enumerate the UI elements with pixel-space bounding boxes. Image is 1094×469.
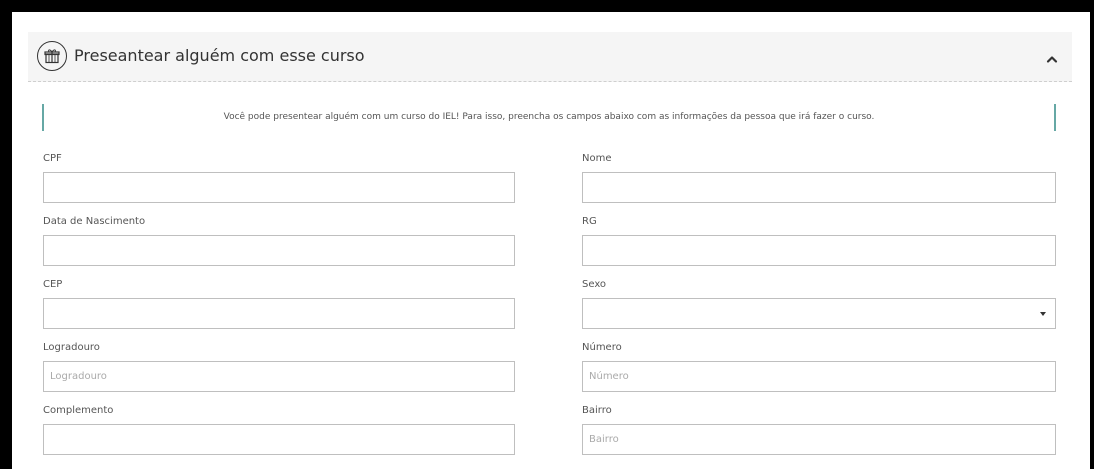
sexo-label: Sexo bbox=[582, 279, 607, 290]
panel-title: Preseantear alguém com esse curso bbox=[74, 46, 365, 65]
nome-field[interactable] bbox=[582, 172, 1056, 203]
complemento-field[interactable] bbox=[43, 424, 515, 455]
window-frame-top bbox=[0, 0, 1094, 12]
data-nascimento-field[interactable] bbox=[43, 235, 515, 266]
sexo-select[interactable] bbox=[582, 298, 1056, 329]
rg-label: RG bbox=[582, 216, 597, 227]
cep-label: CEP bbox=[43, 279, 63, 290]
window-frame-right bbox=[1090, 0, 1094, 469]
logradouro-label: Logradouro bbox=[43, 342, 100, 353]
info-banner: Você pode presentear alguém com um curso… bbox=[42, 104, 1056, 131]
numero-field[interactable] bbox=[582, 361, 1056, 392]
gift-course-panel: Preseantear alguém com esse curso Você p… bbox=[28, 32, 1072, 469]
cpf-field[interactable] bbox=[43, 172, 515, 203]
bairro-field[interactable] bbox=[582, 424, 1056, 455]
data-nascimento-label: Data de Nascimento bbox=[43, 216, 146, 227]
bairro-label: Bairro bbox=[582, 405, 612, 416]
caret-down-icon bbox=[1040, 312, 1046, 316]
numero-label: Número bbox=[582, 342, 622, 353]
complemento-label: Complemento bbox=[43, 405, 114, 416]
gift-icon bbox=[37, 41, 67, 71]
nome-label: Nome bbox=[582, 153, 612, 164]
panel-header[interactable]: Preseantear alguém com esse curso bbox=[28, 32, 1072, 82]
cep-field[interactable] bbox=[43, 298, 515, 329]
rg-field[interactable] bbox=[582, 235, 1056, 266]
window-frame-left bbox=[0, 0, 12, 469]
cpf-label: CPF bbox=[43, 153, 62, 164]
chevron-up-icon[interactable] bbox=[1046, 50, 1058, 63]
logradouro-field[interactable] bbox=[43, 361, 515, 392]
